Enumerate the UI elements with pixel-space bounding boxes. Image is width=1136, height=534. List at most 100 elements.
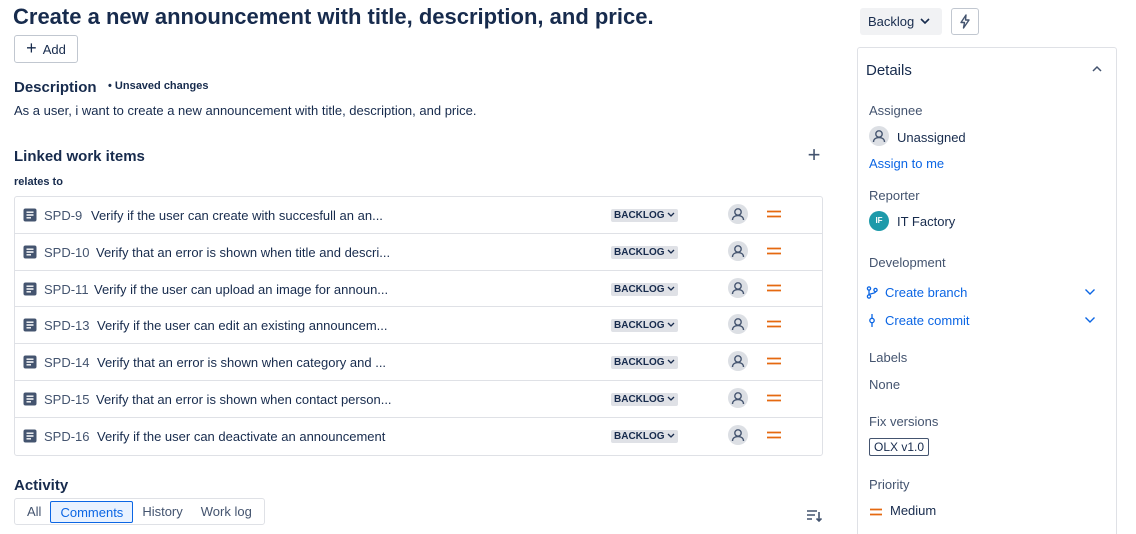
assign-to-me-link[interactable]: Assign to me [869, 156, 944, 171]
linked-items-heading: Linked work items [14, 148, 145, 165]
add-linked-item-icon[interactable]: + [804, 144, 824, 166]
create-commit-row[interactable]: Create commit [866, 312, 1101, 330]
plus-icon: + [26, 38, 37, 58]
priority-medium-icon[interactable] [767, 282, 781, 294]
assignee-avatar-icon[interactable] [728, 240, 748, 261]
commit-icon [869, 314, 875, 327]
item-key[interactable]: SPD-11 [44, 282, 89, 297]
chevron-down-icon [667, 212, 675, 217]
linked-item-row[interactable]: SPD-16 Verify if the user can deactivate … [15, 418, 822, 455]
assignee-avatar-icon[interactable] [728, 351, 748, 372]
item-summary[interactable]: Verify if the user can create with succe… [91, 208, 383, 223]
story-icon [23, 245, 37, 259]
item-summary[interactable]: Verify that an error is shown when categ… [97, 355, 386, 370]
item-key[interactable]: SPD-15 [44, 392, 90, 407]
linked-item-row[interactable]: SPD-10 Verify that an error is shown when… [15, 234, 822, 271]
branch-icon [866, 286, 878, 299]
priority-medium-icon[interactable] [767, 392, 781, 404]
linked-item-row[interactable]: SPD-13 Verify if the user can edit an exi… [15, 307, 822, 345]
item-status-lozenge[interactable]: BACKLOG [611, 209, 678, 222]
assignee-avatar-icon[interactable] [728, 387, 748, 408]
activity-heading: Activity [14, 477, 69, 494]
linked-item-row[interactable]: SPD-11 Verify if the user can upload an i… [15, 271, 822, 308]
linked-item-row[interactable]: SPD-15 Verify that an error is shown when… [15, 381, 822, 418]
priority-medium-icon[interactable] [767, 318, 781, 330]
item-status-lozenge[interactable]: BACKLOG [611, 429, 678, 443]
item-status-label: BACKLOG [614, 430, 665, 442]
chevron-down-icon [667, 249, 675, 254]
labels-value[interactable]: None [869, 377, 900, 392]
linked-items-list: SPD-9 Verify if the user can create with … [14, 196, 823, 456]
tab-history[interactable]: History [133, 501, 191, 523]
item-status-label: BACKLOG [614, 357, 665, 369]
story-icon [23, 355, 37, 369]
chevron-down-icon[interactable] [1084, 288, 1096, 296]
priority-value[interactable]: Medium [890, 503, 936, 518]
add-button[interactable]: + Add [14, 35, 78, 63]
fix-version-tag[interactable]: OLX v1.0 [869, 438, 930, 456]
unassigned-avatar-icon [869, 126, 889, 146]
assignee-avatar-icon[interactable] [728, 277, 748, 298]
priority-medium-icon[interactable] [767, 429, 781, 441]
chevron-down-icon [667, 433, 675, 438]
story-icon [23, 208, 37, 222]
assignee-value[interactable]: Unassigned [897, 130, 966, 145]
item-status-lozenge[interactable]: BACKLOG [611, 356, 678, 370]
assignee-avatar-icon[interactable] [728, 204, 748, 224]
priority-medium-icon [870, 508, 882, 516]
item-summary[interactable]: Verify that an error is shown when title… [96, 245, 390, 260]
create-commit-link[interactable]: Create commit [885, 313, 970, 328]
item-status-lozenge[interactable]: BACKLOG [611, 245, 678, 259]
tab-all[interactable]: All [18, 501, 50, 523]
assignee-label: Assignee [869, 103, 923, 118]
item-status-lozenge[interactable]: BACKLOG [611, 392, 678, 406]
item-status-label: BACKLOG [614, 210, 665, 221]
activity-tabs: All Comments History Work log [14, 498, 265, 525]
tab-work-log[interactable]: Work log [192, 501, 261, 523]
priority-medium-icon[interactable] [767, 245, 781, 257]
item-status-label: BACKLOG [614, 393, 665, 405]
assignee-avatar-icon[interactable] [728, 314, 748, 335]
item-summary[interactable]: Verify if the user can deactivate an ann… [97, 429, 385, 444]
chevron-down-icon [667, 286, 675, 291]
item-status-lozenge[interactable]: BACKLOG [611, 319, 678, 333]
item-summary[interactable]: Verify if the user can edit an existing … [97, 318, 388, 333]
status-dropdown[interactable]: Backlog [860, 8, 942, 35]
item-summary[interactable]: Verify if the user can upload an image f… [94, 282, 388, 297]
story-icon [23, 318, 37, 332]
linked-item-row[interactable]: SPD-9 Verify if the user can create with … [15, 197, 822, 234]
description-heading: Description [14, 79, 97, 96]
item-key[interactable]: SPD-9 [44, 208, 82, 223]
assignee-avatar-icon[interactable] [728, 424, 748, 445]
main-panel: Create a new announcement with title, de… [0, 0, 840, 534]
chevron-down-icon[interactable] [1084, 316, 1096, 324]
item-key[interactable]: SPD-13 [44, 318, 90, 333]
chevron-up-icon[interactable] [1090, 64, 1104, 74]
linked-item-row[interactable]: SPD-14 Verify that an error is shown when… [15, 344, 822, 381]
item-status-label: BACKLOG [614, 246, 665, 258]
reporter-avatar: IF [869, 211, 889, 231]
item-key[interactable]: SPD-16 [44, 429, 90, 444]
item-status-label: BACKLOG [614, 283, 665, 295]
reporter-label: Reporter [869, 188, 920, 203]
priority-medium-icon[interactable] [767, 355, 781, 367]
status-label: Backlog [868, 14, 915, 29]
description-text[interactable]: As a user, i want to create a new announ… [14, 103, 476, 118]
item-status-lozenge[interactable]: BACKLOG [611, 282, 678, 296]
item-key[interactable]: SPD-14 [44, 355, 90, 370]
development-label: Development [869, 255, 946, 270]
item-summary[interactable]: Verify that an error is shown when conta… [96, 392, 392, 407]
details-title: Details [866, 62, 912, 79]
page-title[interactable]: Create a new announcement with title, de… [13, 4, 654, 30]
create-branch-row[interactable]: Create branch [866, 284, 1101, 302]
item-key[interactable]: SPD-10 [44, 245, 90, 260]
labels-label: Labels [869, 350, 908, 365]
reporter-value[interactable]: IT Factory [897, 214, 955, 229]
create-branch-link[interactable]: Create branch [885, 285, 967, 300]
sort-icon[interactable] [806, 509, 822, 523]
tab-comments[interactable]: Comments [50, 500, 134, 523]
automation-button[interactable] [951, 8, 979, 35]
story-icon [23, 282, 37, 296]
item-status-label: BACKLOG [614, 320, 665, 332]
priority-medium-icon[interactable] [767, 208, 781, 220]
